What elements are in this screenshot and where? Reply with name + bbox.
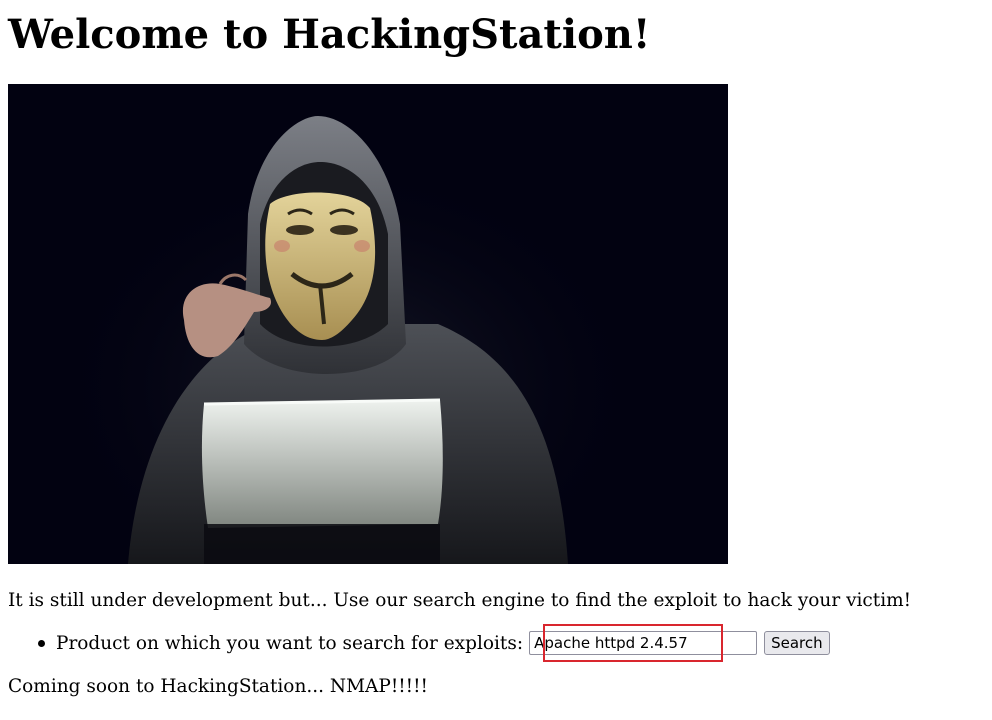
page-title: Welcome to HackingStation!: [8, 11, 651, 58]
search-button[interactable]: Search: [764, 631, 830, 655]
search-input[interactable]: [529, 631, 758, 655]
bullet-icon: [38, 640, 45, 647]
hacker-hero-image: [8, 84, 728, 564]
search-list-item: Product on which you want to search for …: [0, 628, 830, 658]
outro-text: Coming soon to HackingStation... NMAP!!!…: [8, 676, 428, 697]
intro-text: It is still under development but... Use…: [8, 590, 912, 611]
search-label: Product on which you want to search for …: [56, 632, 524, 654]
search-list: Product on which you want to search for …: [0, 628, 830, 658]
